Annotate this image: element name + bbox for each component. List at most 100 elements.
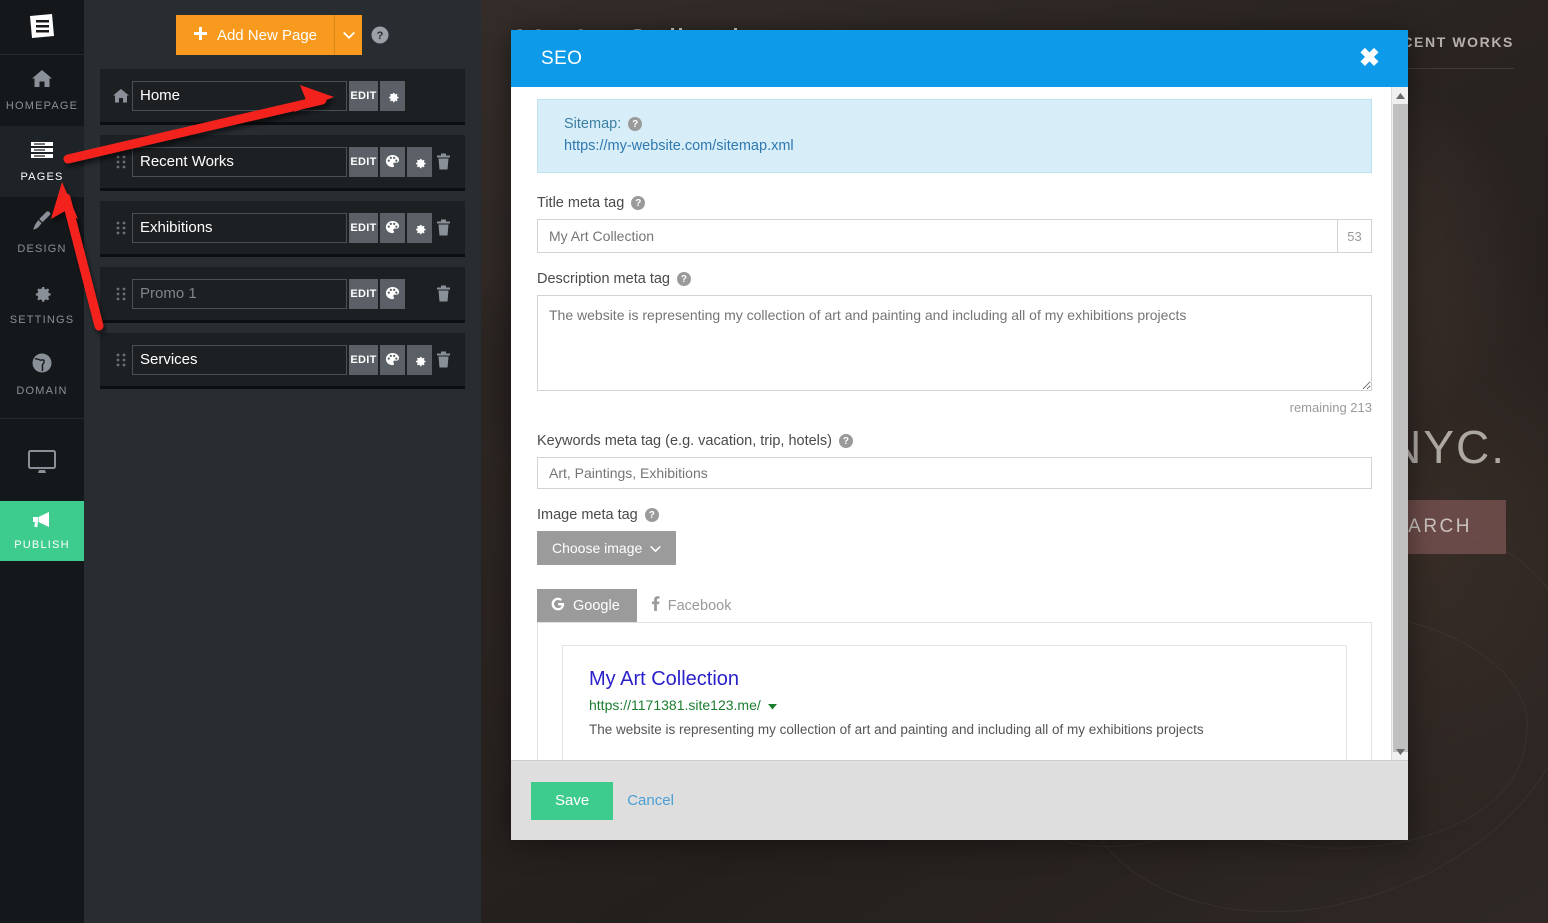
- serp-title[interactable]: My Art Collection: [589, 668, 1320, 691]
- page-delete-button[interactable]: [436, 153, 451, 170]
- save-button[interactable]: Save: [531, 781, 614, 820]
- close-icon[interactable]: ✖: [1353, 44, 1386, 73]
- page-name-input[interactable]: [132, 212, 347, 243]
- description-meta-label-row: Description meta tag ?: [537, 271, 1372, 287]
- megaphone-icon: [31, 511, 53, 534]
- builder-logo-icon[interactable]: [0, 0, 84, 55]
- row-actions: EDIT: [349, 212, 432, 243]
- title-meta-input[interactable]: [538, 220, 1337, 252]
- pages-toolbar: Add New Page ?: [84, 0, 481, 69]
- page-edit-button[interactable]: EDIT: [349, 146, 378, 177]
- preview-tabs: Google Facebook: [537, 589, 1372, 622]
- page-name-input[interactable]: [132, 344, 347, 375]
- pages-icon: [30, 140, 54, 165]
- seo-modal-footer: Save Cancel: [511, 760, 1408, 840]
- sitemap-label: Sitemap:: [564, 116, 622, 132]
- rail-divider: [0, 418, 84, 419]
- image-meta-label: Image meta tag: [537, 507, 638, 523]
- serp-description: The website is representing my collectio…: [589, 722, 1204, 737]
- sitemap-notice: Sitemap: ? https://my-website.com/sitema…: [537, 99, 1372, 173]
- sidebar-item-pages-label: PAGES: [20, 171, 64, 183]
- description-remaining-counter: remaining 213: [1289, 400, 1372, 415]
- sidebar-item-design-label: DESIGN: [17, 243, 67, 255]
- seo-modal-body: Sitemap: ? https://my-website.com/sitema…: [511, 87, 1408, 760]
- page-palette-button[interactable]: [380, 212, 405, 243]
- page-settings-gear-button[interactable]: [407, 146, 432, 177]
- question-circle-icon[interactable]: ?: [838, 434, 853, 448]
- drag-handle-icon[interactable]: [110, 287, 132, 301]
- svg-text:?: ?: [377, 30, 384, 42]
- facebook-icon: [651, 596, 660, 615]
- page-edit-button[interactable]: EDIT: [349, 278, 378, 309]
- add-new-page-button[interactable]: Add New Page: [175, 15, 335, 55]
- publish-button[interactable]: PUBLISH: [0, 501, 84, 561]
- seo-modal-header: SEO ✖: [511, 30, 1408, 87]
- modal-scrollbar-thumb[interactable]: [1393, 104, 1408, 752]
- add-new-page-dropdown-button[interactable]: [334, 15, 363, 55]
- sidebar-item-homepage[interactable]: HOMEPAGE: [0, 55, 84, 126]
- modal-scrollbar[interactable]: [1391, 87, 1408, 760]
- question-circle-icon[interactable]: ?: [631, 196, 646, 210]
- serp-url: https://1171381.site123.me/: [589, 697, 761, 713]
- serp-url-row: https://1171381.site123.me/: [589, 697, 1320, 713]
- page-palette-button[interactable]: [380, 344, 405, 375]
- page-settings-gear-button[interactable]: [407, 344, 432, 375]
- row-actions: EDIT: [349, 146, 432, 177]
- scroll-down-icon[interactable]: [1392, 743, 1408, 760]
- choose-image-button[interactable]: Choose image: [537, 531, 677, 565]
- page-name-input[interactable]: [132, 146, 347, 177]
- page-name-input[interactable]: [132, 278, 347, 309]
- caret-down-icon[interactable]: [767, 697, 777, 713]
- keywords-meta-input[interactable]: [537, 457, 1372, 489]
- title-meta-char-count: 53: [1337, 220, 1371, 252]
- cancel-button[interactable]: Cancel: [627, 792, 674, 809]
- page-settings-gear-button[interactable]: [407, 212, 432, 243]
- page-delete-button[interactable]: [436, 219, 451, 236]
- question-circle-icon[interactable]: ?: [644, 508, 659, 522]
- tab-facebook[interactable]: Facebook: [637, 589, 749, 622]
- tab-facebook-label: Facebook: [667, 597, 732, 614]
- sidebar-item-settings-label: SETTINGS: [9, 314, 75, 326]
- sidebar-item-domain[interactable]: DOMAIN: [0, 339, 84, 410]
- page-name-input[interactable]: [132, 80, 347, 111]
- question-circle-icon[interactable]: ?: [676, 272, 691, 286]
- tab-google-label: Google: [573, 597, 620, 614]
- choose-image-label: Choose image: [552, 540, 643, 556]
- page-title: SEO: [541, 47, 583, 69]
- drag-handle-icon[interactable]: [110, 353, 132, 367]
- page-edit-button[interactable]: EDIT: [349, 344, 378, 375]
- page-palette-button[interactable]: [380, 278, 405, 309]
- description-meta-label: Description meta tag: [537, 271, 670, 287]
- title-meta-field: Title meta tag ? 53: [537, 195, 1372, 253]
- description-meta-textarea[interactable]: [537, 295, 1372, 391]
- question-circle-icon[interactable]: ?: [628, 117, 643, 131]
- pages-list: EDIT EDIT: [100, 69, 465, 389]
- sitemap-url-link[interactable]: https://my-website.com/sitemap.xml: [564, 138, 1345, 154]
- page-edit-button[interactable]: EDIT: [349, 212, 378, 243]
- scroll-up-icon[interactable]: [1392, 87, 1408, 104]
- drag-handle-icon[interactable]: [110, 221, 132, 235]
- page-edit-button[interactable]: EDIT: [349, 80, 378, 111]
- description-meta-field: Description meta tag ? remaining 213: [537, 271, 1372, 415]
- keywords-meta-label: Keywords meta tag (e.g. vacation, trip, …: [537, 433, 832, 449]
- question-circle-icon[interactable]: ?: [371, 26, 389, 44]
- table-row: EDIT: [100, 201, 465, 257]
- sidebar-item-pages[interactable]: PAGES: [0, 126, 84, 197]
- seo-modal: SEO ✖ Sitemap: ? https://my-website.com/…: [511, 30, 1408, 840]
- home-icon: [31, 69, 53, 94]
- home-icon: [110, 88, 132, 104]
- keywords-meta-label-row: Keywords meta tag (e.g. vacation, trip, …: [537, 433, 1372, 449]
- page-palette-button[interactable]: [380, 146, 405, 177]
- page-delete-button[interactable]: [436, 285, 451, 302]
- gear-icon: [31, 281, 53, 308]
- preview-device-button[interactable]: [0, 427, 84, 501]
- sidebar-item-settings[interactable]: SETTINGS: [0, 268, 84, 339]
- tab-google[interactable]: Google: [537, 589, 637, 622]
- page-settings-gear-button[interactable]: [380, 80, 405, 111]
- monitor-icon: [27, 449, 57, 480]
- page-delete-button[interactable]: [436, 351, 451, 368]
- drag-handle-icon[interactable]: [110, 155, 132, 169]
- row-actions: EDIT: [349, 278, 405, 309]
- google-serp-preview: My Art Collection https://1171381.site12…: [562, 645, 1347, 760]
- sidebar-item-design[interactable]: DESIGN: [0, 197, 84, 268]
